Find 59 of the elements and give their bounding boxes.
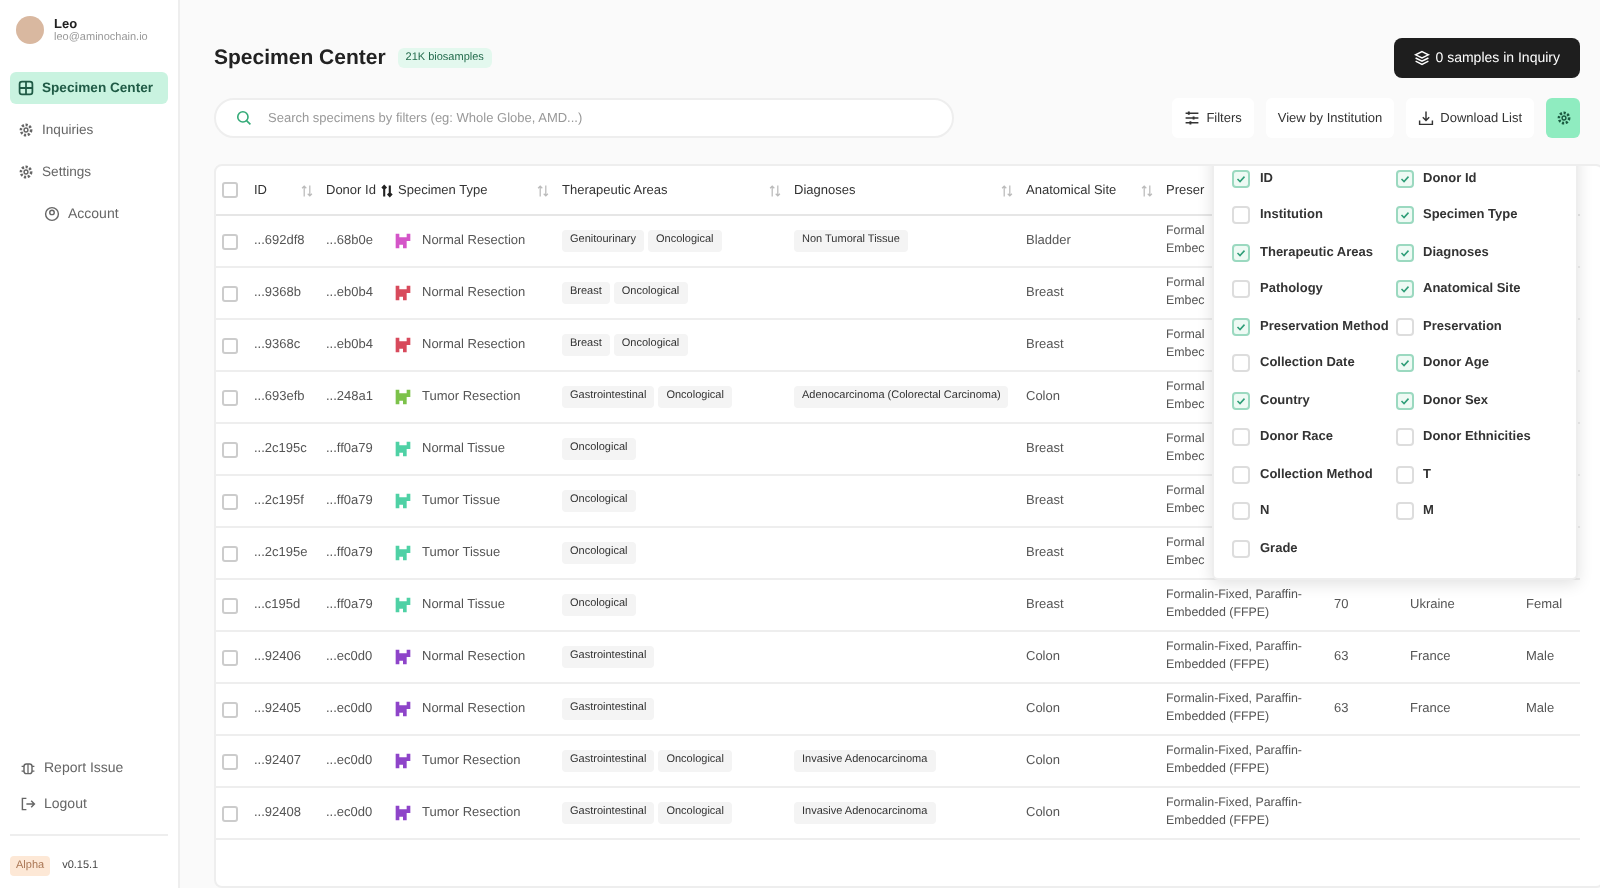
option-checkbox[interactable] (1395, 502, 1413, 521)
filters-icon (1184, 110, 1201, 126)
row-checkbox[interactable] (222, 805, 238, 821)
option-checkbox[interactable] (1232, 428, 1250, 447)
row-checkbox[interactable] (222, 389, 238, 405)
gear-icon (1555, 110, 1571, 126)
check-icon (1397, 356, 1411, 371)
bug-icon (20, 760, 36, 776)
option-checkbox[interactable] (1232, 465, 1250, 484)
column-settings-button[interactable] (1546, 98, 1580, 138)
stack-icon (1413, 50, 1430, 66)
option-checkbox[interactable] (1395, 317, 1413, 336)
check-icon (1397, 282, 1411, 297)
option-checkbox[interactable] (1232, 317, 1250, 336)
row-checkbox[interactable] (222, 441, 238, 457)
row-checkbox[interactable] (222, 597, 238, 613)
user-circle-icon (44, 206, 60, 222)
check-icon (1397, 393, 1411, 408)
row-checkbox[interactable] (222, 701, 238, 717)
grid-icon (18, 80, 34, 96)
option-checkbox[interactable] (1232, 206, 1250, 225)
option-checkbox[interactable] (1232, 539, 1250, 558)
option-checkbox[interactable] (1395, 280, 1413, 299)
option-checkbox[interactable] (1395, 354, 1413, 373)
row-checkbox[interactable] (222, 649, 238, 665)
option-checkbox[interactable] (1395, 169, 1413, 188)
option-checkbox[interactable] (1395, 243, 1413, 262)
option-checkbox[interactable] (1232, 169, 1250, 188)
row-checkbox[interactable] (222, 753, 238, 769)
gear-icon (18, 122, 34, 138)
check-icon (1397, 171, 1411, 186)
row-checkbox[interactable] (222, 493, 238, 509)
option-checkbox[interactable] (1232, 280, 1250, 299)
check-icon (1234, 245, 1248, 260)
option-checkbox[interactable] (1232, 354, 1250, 373)
option-checkbox[interactable] (1395, 206, 1413, 225)
search-icon (236, 110, 252, 126)
logout-icon (20, 796, 36, 812)
row-checkbox[interactable] (222, 233, 238, 249)
page-title: Specimen Center (214, 46, 386, 70)
row-checkbox[interactable] (222, 545, 238, 561)
option-checkbox[interactable] (1395, 428, 1413, 447)
sort-icon[interactable] (379, 183, 394, 197)
option-checkbox[interactable] (1395, 465, 1413, 484)
avatar (16, 16, 44, 44)
download-icon (1418, 110, 1435, 126)
select-all-checkbox[interactable] (222, 182, 238, 198)
row-checkbox[interactable] (222, 285, 238, 301)
option-checkbox[interactable] (1232, 391, 1250, 410)
check-icon (1234, 393, 1248, 408)
gear-icon (18, 164, 34, 180)
row-checkbox[interactable] (222, 337, 238, 353)
check-icon (1397, 245, 1411, 260)
option-checkbox[interactable] (1395, 391, 1413, 410)
option-checkbox[interactable] (1232, 502, 1250, 521)
check-icon (1234, 319, 1248, 334)
option-checkbox[interactable] (1232, 243, 1250, 262)
check-icon (1397, 208, 1411, 223)
check-icon (1234, 171, 1248, 186)
